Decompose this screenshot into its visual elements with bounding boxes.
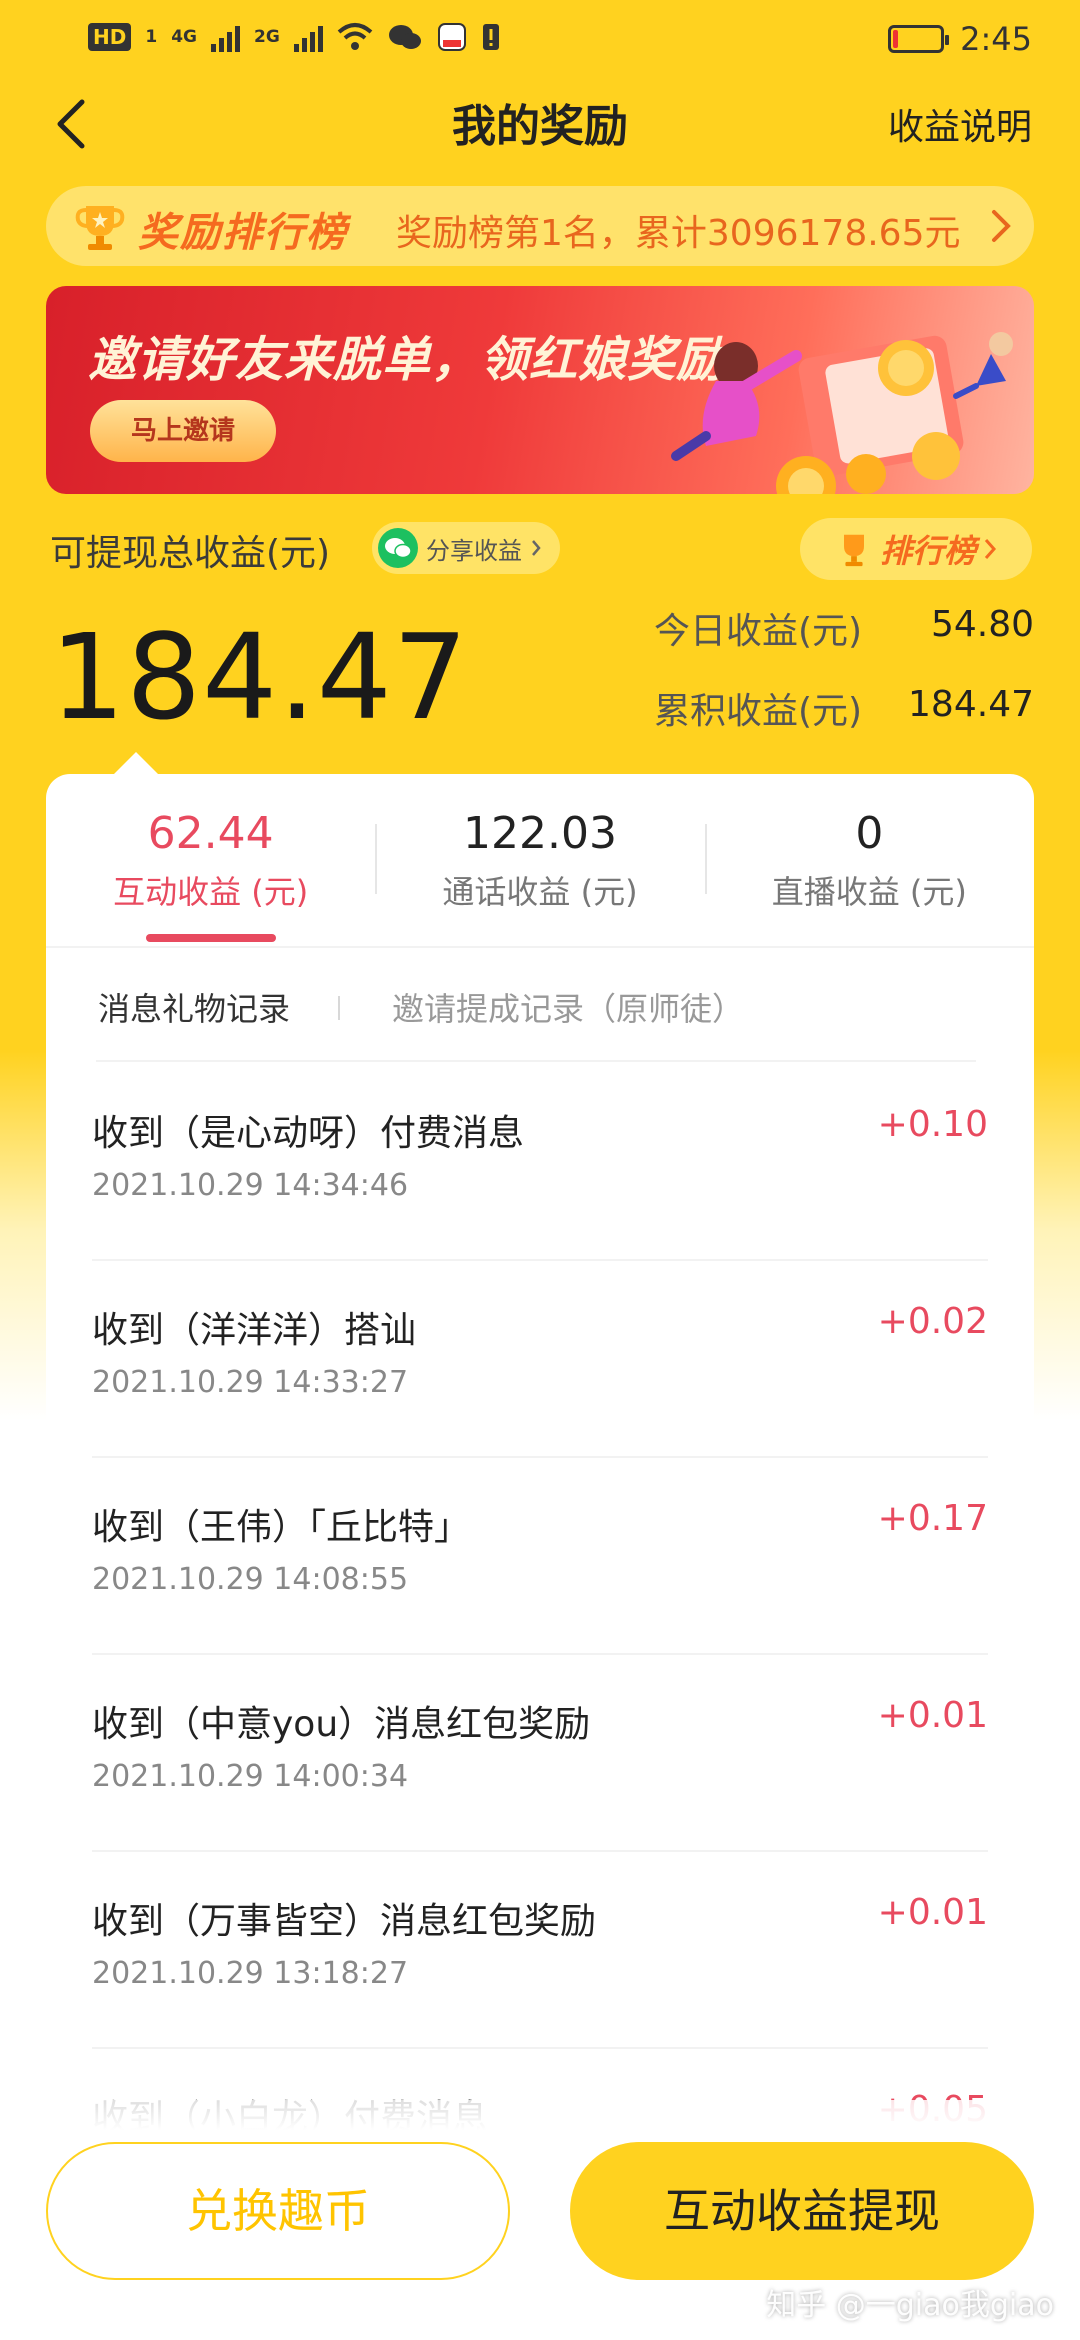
network1-label: 4G xyxy=(171,27,197,47)
invite-now-button[interactable]: 马上邀请 xyxy=(90,400,276,462)
cumulative-earnings-value: 184.47 xyxy=(908,684,1034,725)
divider xyxy=(46,946,1034,948)
tab-label: 互动收益 (元) xyxy=(113,873,309,911)
battery-icon xyxy=(888,25,950,53)
withdrawable-label: 可提现总收益(元) xyxy=(50,533,331,574)
record-time: 2021.10.29 14:08:55 xyxy=(92,1562,409,1597)
record-amount: +0.01 xyxy=(877,1892,988,1933)
tab-interaction-earnings[interactable]: 62.44 互动收益 (元) xyxy=(46,774,375,944)
sim1-label: 1 xyxy=(145,27,158,47)
record-amount: +0.17 xyxy=(877,1498,988,1539)
ranking-text: 奖励榜第1名，累计3096178.65元 xyxy=(396,213,961,254)
invite-banner[interactable]: 邀请好友来脱单，领红娘奖励 马上邀请 xyxy=(46,286,1034,494)
today-earnings-value: 54.80 xyxy=(930,604,1034,645)
signal2-icon xyxy=(293,22,323,52)
tab-divider xyxy=(704,824,707,894)
chevron-right-icon xyxy=(532,540,541,556)
network2-label: 2G xyxy=(253,27,280,47)
subtab-divider xyxy=(338,996,340,1020)
record-time: 2021.10.29 13:18:27 xyxy=(92,1956,409,1991)
banner-illustration xyxy=(671,332,1013,494)
list-item: 收到（是心动呀）付费消息 2021.10.29 14:34:46 +0.10 xyxy=(46,1064,1034,1261)
leaderboard-label: 排行榜 xyxy=(879,532,976,570)
today-earnings-label: 今日收益(元) xyxy=(654,611,863,652)
record-time: 2021.10.29 14:33:27 xyxy=(92,1365,409,1400)
status-icons-left: HD 1 4G 2G xyxy=(88,22,501,52)
records-list: 收到（是心动呀）付费消息 2021.10.29 14:34:46 +0.10 收… xyxy=(46,1064,1034,2246)
wechat-notification-icon xyxy=(388,25,421,49)
signal1-icon xyxy=(210,22,240,52)
subtab-invite-commission-records[interactable]: 邀请提成记录（原师徒） xyxy=(392,984,744,1030)
tab-label: 直播收益 (元) xyxy=(771,873,967,911)
status-time: 2:45 xyxy=(960,20,1032,58)
back-arrow-icon[interactable] xyxy=(52,96,92,152)
withdrawable-total: 184.47 xyxy=(50,608,469,746)
app-notification-icon xyxy=(437,23,466,51)
status-icons-right: 2:45 xyxy=(888,20,1032,58)
subtab-message-gift-records[interactable]: 消息礼物记录 xyxy=(98,984,290,1030)
tab-live-earnings[interactable]: 0 直播收益 (元) xyxy=(704,774,1034,944)
watermark: 知乎 @一giao我giao xyxy=(766,2288,1054,2323)
record-amount: +0.10 xyxy=(877,1104,988,1145)
chevron-right-icon xyxy=(984,539,997,559)
list-item: 收到（万事皆空）消息红包奖励 2021.10.29 13:18:27 +0.01 xyxy=(46,1852,1034,2049)
trophy-icon xyxy=(843,534,864,567)
tab-value: 0 xyxy=(855,808,884,859)
alert-icon xyxy=(482,24,499,50)
active-tab-indicator xyxy=(146,934,276,942)
record-title: 收到（是心动呀）付费消息 xyxy=(92,1113,525,1154)
record-title: 收到（中意you）消息红包奖励 xyxy=(92,1704,591,1745)
status-bar: HD 1 4G 2G 2:45 xyxy=(0,0,1080,80)
withdraw-button[interactable]: 互动收益提现 xyxy=(570,2142,1034,2280)
list-item: 收到（中意you）消息红包奖励 2021.10.29 14:00:34 +0.0… xyxy=(46,1655,1034,1852)
battery-level xyxy=(893,30,899,48)
tab-label: 通话收益 (元) xyxy=(442,873,638,911)
chevron-right-icon xyxy=(992,210,1011,242)
trophy-icon xyxy=(75,206,125,250)
cumulative-earnings-label: 累积收益(元) xyxy=(654,691,863,732)
earnings-info-link[interactable]: 收益说明 xyxy=(888,98,1032,150)
earnings-type-tabs: 62.44 互动收益 (元) 122.03 通话收益 (元) 0 直播收益 (元… xyxy=(46,774,1034,944)
wechat-icon xyxy=(378,528,418,568)
record-title: 收到（万事皆空）消息红包奖励 xyxy=(92,1901,597,1942)
record-amount: +0.02 xyxy=(877,1301,988,1342)
ranking-marquee[interactable]: 奖励排行榜 奖励榜第1名，累计3096178.65元 xyxy=(46,186,1034,266)
list-item: 收到（洋洋洋）搭讪 2021.10.29 14:33:27 +0.02 xyxy=(46,1261,1034,1458)
leaderboard-button[interactable]: 排行榜 xyxy=(800,518,1032,580)
record-title: 收到（王伟）「丘比特」 xyxy=(92,1507,471,1548)
ranking-title: 奖励排行榜 xyxy=(138,210,348,256)
tab-call-earnings[interactable]: 122.03 通话收益 (元) xyxy=(375,774,704,944)
list-item: 收到（王伟）「丘比特」 2021.10.29 14:08:55 +0.17 xyxy=(46,1458,1034,1655)
record-title: 收到（洋洋洋）搭讪 xyxy=(92,1310,417,1351)
tab-divider xyxy=(375,824,378,894)
wifi-icon xyxy=(337,23,373,50)
hd-indicator: HD xyxy=(88,23,132,51)
record-amount: +0.01 xyxy=(877,1695,988,1736)
share-earnings-label: 分享收益 xyxy=(426,536,522,565)
divider xyxy=(96,1060,976,1062)
record-time: 2021.10.29 14:34:46 xyxy=(92,1168,409,1203)
share-earnings-button[interactable]: 分享收益 xyxy=(372,522,560,574)
tab-value: 62.44 xyxy=(147,808,274,859)
tab-value: 122.03 xyxy=(463,808,617,859)
record-time: 2021.10.29 14:00:34 xyxy=(92,1759,409,1794)
exchange-coins-button[interactable]: 兑换趣币 xyxy=(46,2142,510,2280)
